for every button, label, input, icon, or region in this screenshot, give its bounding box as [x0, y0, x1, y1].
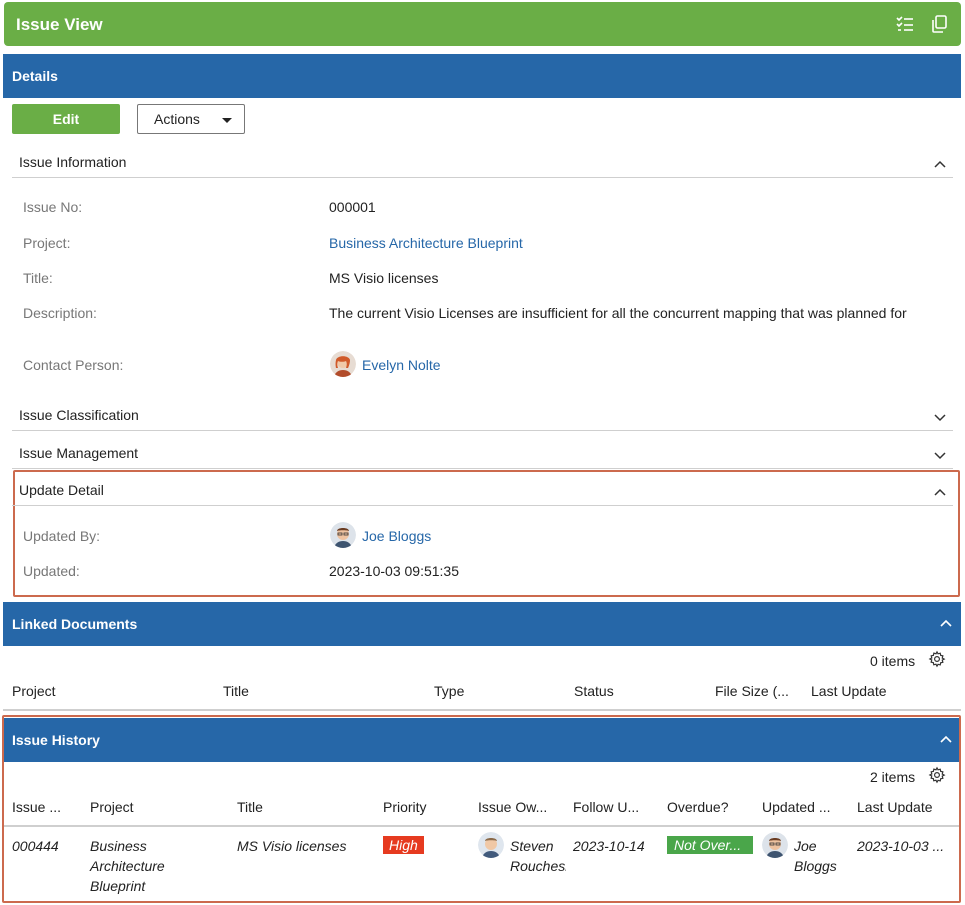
gear-icon[interactable] [928, 650, 946, 668]
issue-history-highlight [2, 715, 961, 903]
column-header[interactable]: Title [223, 683, 249, 699]
section-issue-information[interactable]: Issue Information [12, 154, 953, 178]
section-title: Issue Classification [19, 407, 139, 423]
section-title: Issue Management [19, 445, 139, 461]
actions-label: Actions [154, 111, 200, 127]
linked-documents-table-header: Project Title Type Status File Size (...… [3, 672, 961, 711]
issue-no-value: 000001 [329, 199, 376, 215]
avatar [330, 522, 356, 548]
edit-button[interactable]: Edit [12, 104, 120, 134]
caret-down-icon [222, 118, 232, 123]
description-label: Description: [23, 305, 97, 321]
updated-value: 2023-10-03 09:51:35 [329, 563, 459, 579]
title-value: MS Visio licenses [329, 270, 439, 286]
contact-person-label: Contact Person: [23, 357, 124, 373]
checklist-icon[interactable] [895, 14, 915, 37]
chevron-down-icon[interactable] [933, 448, 947, 462]
project-label: Project: [23, 235, 71, 251]
updated-label: Updated: [23, 563, 80, 579]
item-count: 0 items [870, 653, 916, 669]
page-title: Issue View [16, 15, 103, 34]
section-issue-management[interactable]: Issue Management [12, 445, 953, 469]
project-link[interactable]: Business Architecture Blueprint [329, 235, 523, 251]
chevron-up-icon[interactable] [933, 157, 947, 171]
section-title: Update Detail [19, 482, 104, 498]
issue-no-label: Issue No: [23, 199, 83, 215]
updated-by-label: Updated By: [23, 528, 101, 544]
copy-icon[interactable] [929, 14, 949, 37]
section-title: Issue Information [19, 154, 127, 170]
actions-dropdown[interactable]: Actions [137, 104, 245, 134]
description-value: The current Visio Licenses are insuffici… [329, 305, 907, 321]
column-header[interactable]: Last Update [811, 683, 887, 699]
details-title: Details [12, 68, 58, 84]
column-header[interactable]: File Size (... [715, 683, 789, 699]
contact-person-link[interactable]: Evelyn Nolte [362, 357, 441, 373]
issue-view-header: Issue View [4, 2, 961, 46]
updated-by-link[interactable]: Joe Bloggs [362, 528, 431, 544]
title-label: Title: [23, 270, 53, 286]
avatar [330, 351, 356, 377]
chevron-up-icon[interactable] [933, 485, 947, 499]
linked-documents-header[interactable]: Linked Documents [3, 602, 961, 646]
details-header: Details [3, 54, 961, 98]
column-header[interactable]: Type [434, 683, 464, 699]
linked-documents-title: Linked Documents [12, 616, 138, 632]
section-update-detail[interactable]: Update Detail [12, 482, 953, 506]
column-header[interactable]: Status [574, 683, 614, 699]
chevron-down-icon[interactable] [933, 410, 947, 424]
section-issue-classification[interactable]: Issue Classification [12, 407, 953, 431]
column-header[interactable]: Project [12, 683, 56, 699]
chevron-up-icon[interactable] [939, 616, 953, 630]
